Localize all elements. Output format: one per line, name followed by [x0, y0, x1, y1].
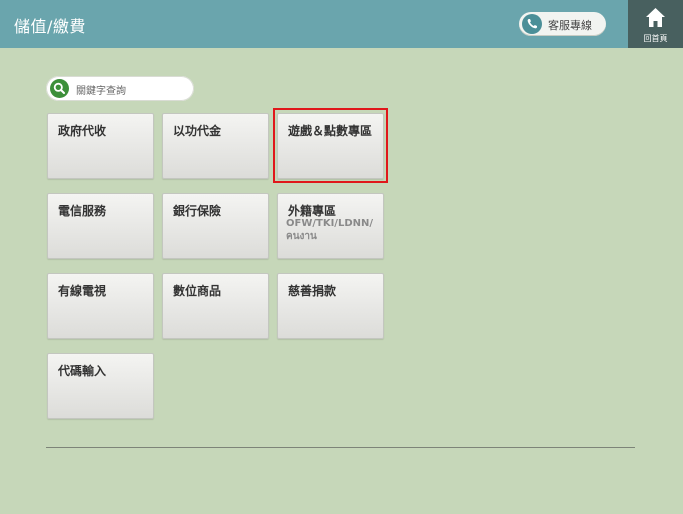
- tile-charity-donation[interactable]: 慈善捐款: [277, 273, 384, 339]
- phone-icon: [522, 14, 542, 34]
- tile-yigong-daijin[interactable]: 以功代金: [162, 113, 269, 179]
- tile-cable-tv[interactable]: 有線電視: [47, 273, 154, 339]
- tile-foreign-workers[interactable]: 外籍專區 OFW/TKI/LDNN/คนงาน: [277, 193, 384, 259]
- customer-service-button[interactable]: 客服專線: [519, 12, 606, 36]
- customer-service-label: 客服專線: [548, 19, 592, 32]
- tile-bank-insurance[interactable]: 銀行保險: [162, 193, 269, 259]
- tile-label: 電信服務: [58, 204, 107, 218]
- tile-games-points[interactable]: 遊戲＆點數專區: [277, 113, 384, 179]
- tile-sublabel: OFW/TKI/LDNN/คนงาน: [286, 218, 374, 242]
- home-button[interactable]: 回首頁: [628, 0, 683, 48]
- search-icon: [50, 79, 69, 98]
- search-input[interactable]: 關鍵字查詢: [46, 76, 194, 101]
- tile-label: 政府代收: [58, 124, 107, 138]
- page-title: 儲值/繳費: [14, 17, 86, 36]
- home-label: 回首頁: [643, 34, 668, 43]
- tile-label: 銀行保險: [173, 204, 222, 218]
- home-icon: [646, 8, 665, 27]
- divider: [46, 447, 635, 448]
- tile-label: 有線電視: [58, 284, 107, 298]
- tile-label: 代碼輸入: [58, 364, 107, 378]
- tile-label: 慈善捐款: [288, 284, 337, 298]
- tile-digital-goods[interactable]: 數位商品: [162, 273, 269, 339]
- tile-telecom-services[interactable]: 電信服務: [47, 193, 154, 259]
- tile-code-entry[interactable]: 代碼輸入: [47, 353, 154, 419]
- tile-label: 以功代金: [173, 124, 222, 138]
- tile-label: 數位商品: [173, 284, 222, 298]
- tile-government-collection[interactable]: 政府代收: [47, 113, 154, 179]
- header-bar: 儲值/繳費 客服專線 回首頁: [0, 0, 683, 48]
- tile-label: 遊戲＆點數專區: [288, 124, 373, 138]
- search-placeholder: 關鍵字查詢: [76, 86, 126, 97]
